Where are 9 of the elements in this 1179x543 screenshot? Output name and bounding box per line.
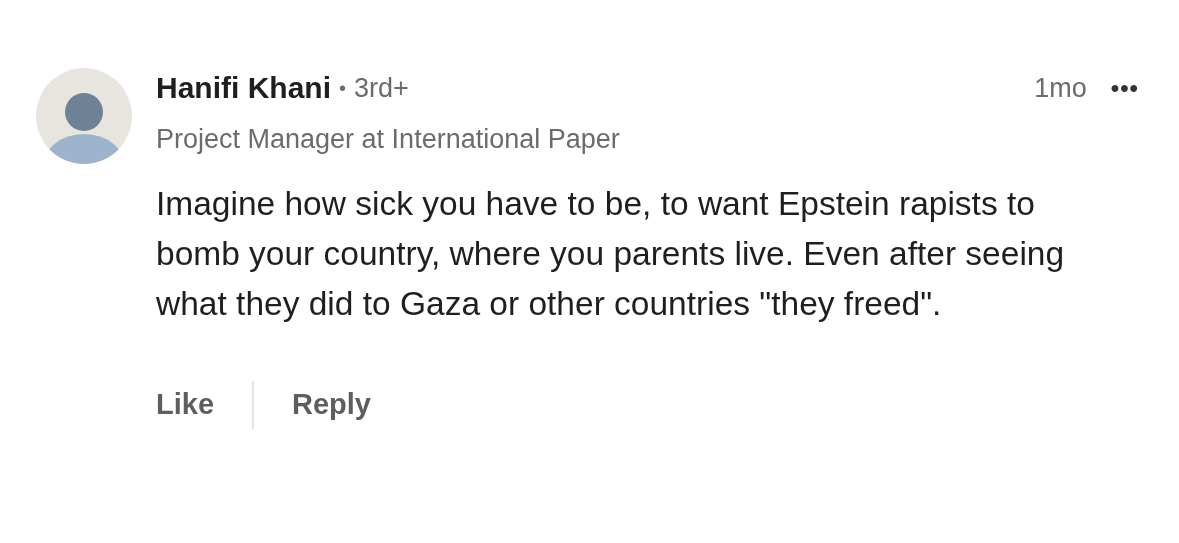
separator-dot: • — [339, 76, 347, 102]
timestamp: 1mo — [1034, 72, 1087, 105]
comment-text: Imagine how sick you have to be, to want Epstein rapists to bomb your country, where you parents live. Even after seeing what they did to Gaza or other countries "they freed". — [156, 184, 1066, 324]
reply-button[interactable]: Reply — [292, 383, 371, 427]
author-headline: Project Manager at International Paper — [156, 122, 621, 156]
more-button[interactable]: ••• — [1110, 70, 1139, 107]
like-button[interactable]: Like — [156, 383, 215, 427]
author-name[interactable]: Hanifi Khani — [156, 70, 331, 107]
connection-degree: 3rd+ — [354, 72, 409, 105]
